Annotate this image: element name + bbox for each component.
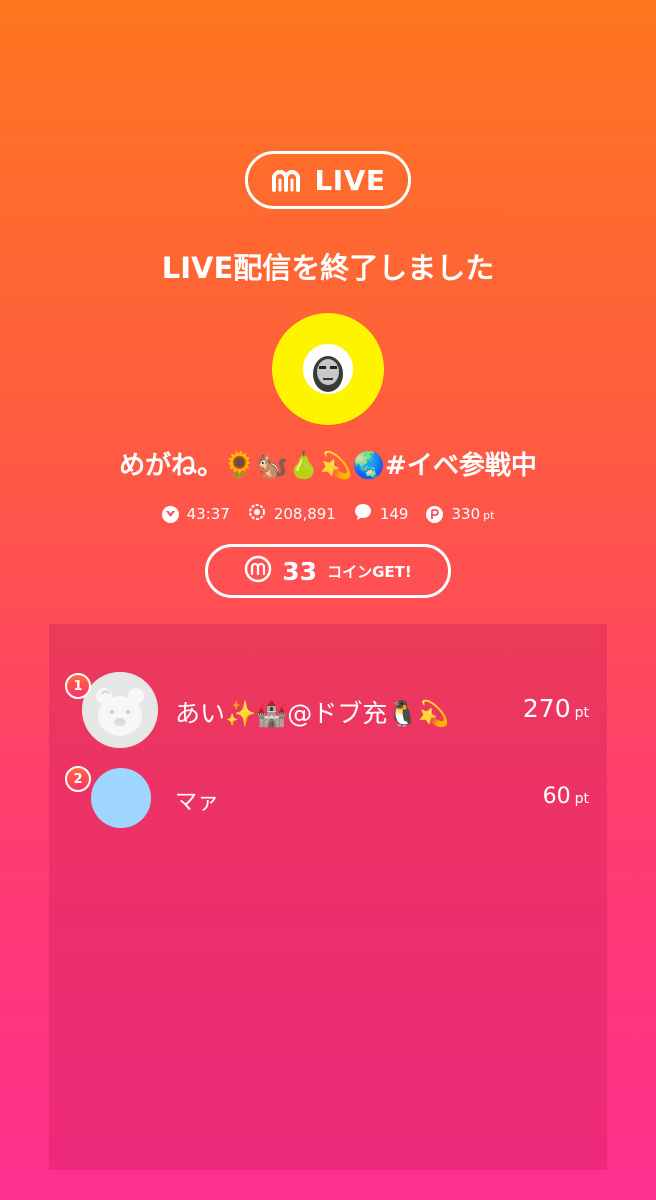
rank-badge: 2 [65, 766, 91, 792]
rank-badge: 1 [65, 673, 91, 699]
logo-m-icon [270, 166, 306, 194]
stat-points-unit: pt [483, 509, 495, 522]
streamer-name: めがね。🌻🐿️🍐💫🌏#イベ参戦中 [119, 451, 537, 481]
stats-bar: 43:37 208,891 149 330 pt [0, 503, 656, 525]
stat-comments-value: 149 [379, 505, 409, 523]
ranking-name: マァ [175, 790, 220, 815]
ranking-points-unit: pt [574, 791, 589, 807]
blank-avatar[interactable] [91, 768, 151, 828]
stat-points: 330 pt [426, 505, 494, 523]
ranking-points-unit: pt [574, 705, 589, 721]
streamer-avatar[interactable] [272, 313, 384, 425]
stat-duration: 43:37 [161, 505, 230, 523]
eye-icon [248, 503, 266, 525]
comment-icon [354, 503, 372, 525]
page-title: LIVE配信を終了しました [161, 251, 495, 285]
ranking-points: 270 [522, 694, 571, 723]
stat-comments: 149 [354, 503, 409, 525]
logo-badge: LIVE [245, 151, 411, 209]
ranking-row[interactable]: 2 マァ 60 pt [49, 766, 607, 856]
coin-get-badge: 33 コインGET! [205, 544, 451, 598]
stat-viewers-value: 208,891 [273, 505, 336, 523]
stat-duration-value: 43:37 [186, 505, 230, 523]
coin-count: 33 [282, 556, 318, 586]
ranking-panel: 1 あい✨🏰@ドブ充🐧💫 270 pt 2 マァ 60 pt [49, 624, 607, 1170]
stat-viewers: 208,891 [248, 503, 336, 525]
coin-label: コインGET! [327, 562, 412, 581]
ranking-name: あい✨🏰@ドブ充🐧💫 [175, 699, 450, 728]
ranking-row[interactable]: 1 あい✨🏰@ドブ充🐧💫 270 pt [49, 670, 607, 760]
stat-points-value: 330 [451, 505, 481, 523]
ranking-points: 60 [542, 784, 571, 809]
coin-icon [244, 555, 272, 587]
bear-icon[interactable] [82, 672, 158, 748]
streamer-photo [303, 344, 353, 394]
heart-icon [161, 505, 179, 523]
point-icon [426, 505, 444, 523]
logo-text: LIVE [314, 163, 386, 197]
